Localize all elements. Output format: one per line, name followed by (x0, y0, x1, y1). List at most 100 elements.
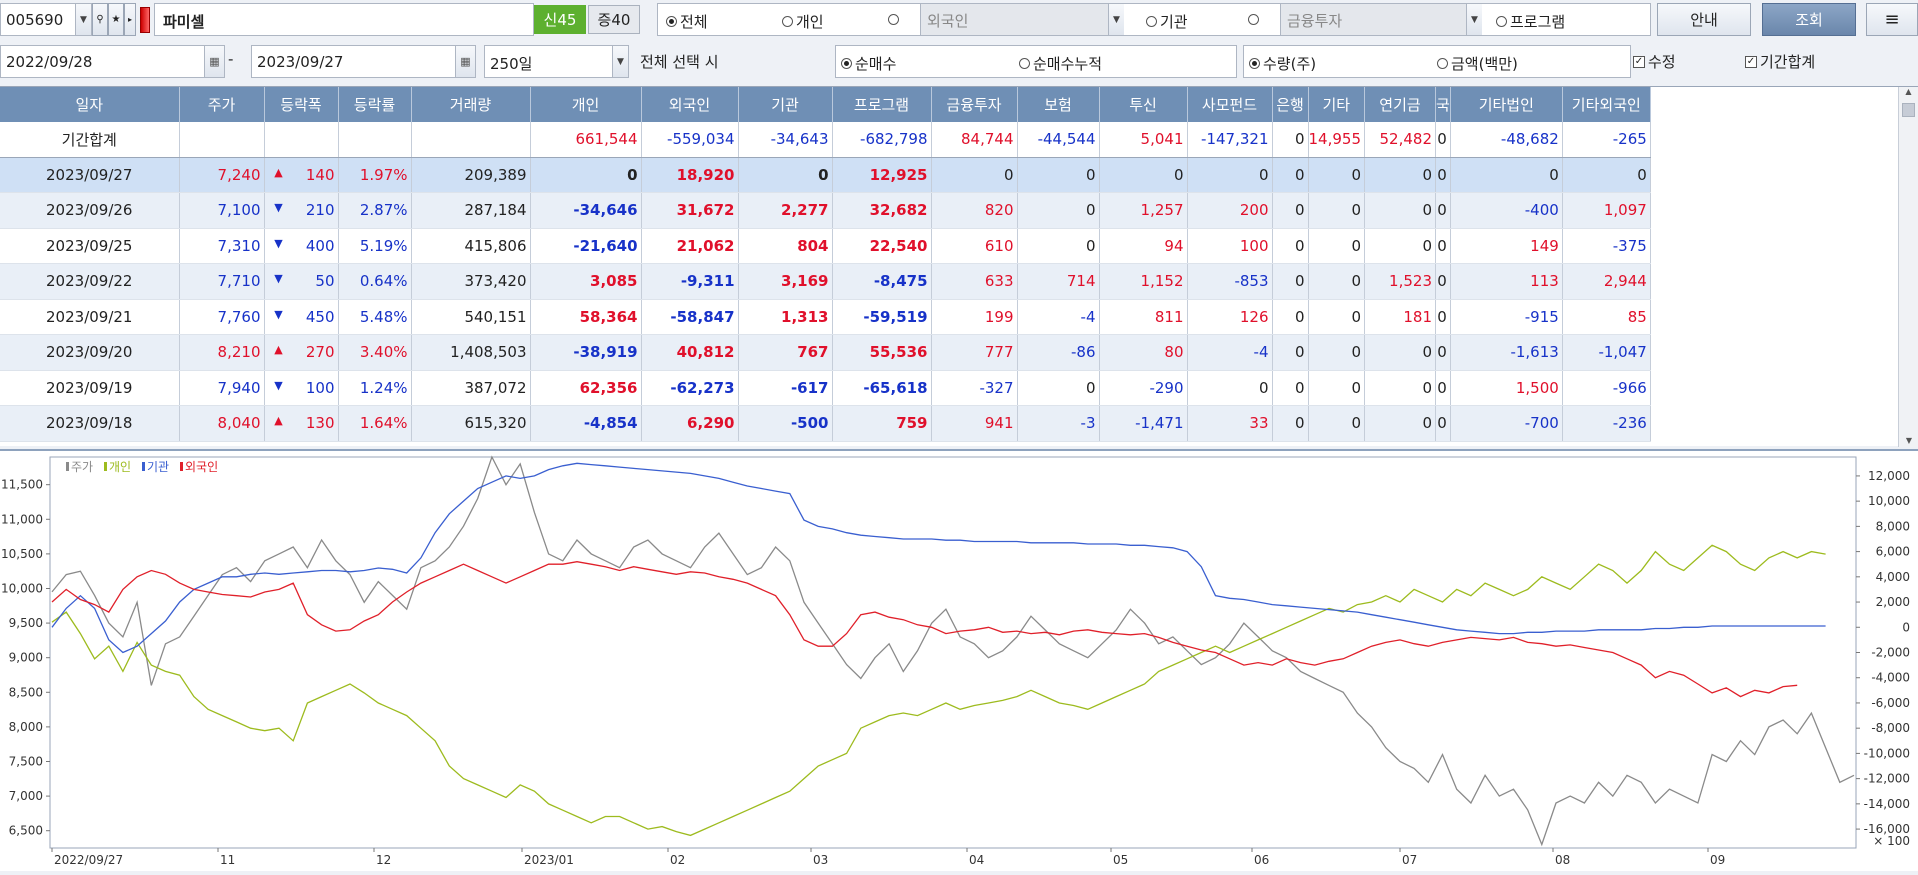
scroll-up-icon[interactable]: ▲ (1899, 87, 1918, 101)
table-row[interactable]: 2023/09/22 7,710 ▼ 50 0.64% 373,420 3,085 -9,31… (0, 263, 1651, 300)
change-cell: ▼ 50 (264, 263, 339, 300)
column-header[interactable]: 등락률 (338, 87, 412, 122)
column-header[interactable]: 은행 (1272, 87, 1309, 122)
column-header[interactable]: 외국인 (641, 87, 739, 122)
column-header[interactable]: 기타외국인 (1562, 87, 1651, 122)
column-header[interactable]: 국 (1435, 87, 1451, 122)
x-tick-label: 03 (813, 853, 828, 867)
summary-cell: 기간합계 (0, 122, 180, 158)
chevron-down-icon[interactable]: ▼ (75, 4, 91, 35)
change-cell: ▼ 210 (264, 192, 339, 229)
flow-cell: 0 (1308, 228, 1365, 264)
y-left-tick-label: 10,500 (1, 547, 43, 561)
column-header[interactable]: 등락폭 (264, 87, 339, 122)
foreign-select[interactable]: 외국인 ▼ (920, 4, 1124, 35)
column-header[interactable]: 일자 (0, 87, 180, 122)
volume-cell: 540,151 (411, 299, 531, 335)
column-header[interactable]: 기타법인 (1450, 87, 1563, 122)
adjust-checkbox[interactable]: ✓ 수정 (1633, 51, 1676, 72)
guide-button[interactable]: 안내 (1657, 3, 1751, 36)
flow-cell: 0 (1308, 263, 1365, 300)
y-left-tick-label: 6,500 (9, 824, 43, 838)
flow-cell: -1,047 (1562, 334, 1651, 371)
flow-cell: 199 (931, 299, 1018, 335)
flow-cell: 12,925 (832, 157, 932, 193)
menu-icon[interactable]: ≡ (1866, 3, 1918, 36)
table-row[interactable]: 2023/09/27 7,240 ▲ 140 1.97% 209,389 0 18,920 0 1… (0, 157, 1651, 193)
flow-cell: 0 (1364, 370, 1436, 406)
flow-cell: 0 (1017, 228, 1100, 264)
column-header[interactable]: 개인 (530, 87, 642, 122)
scroll-down-icon[interactable]: ▼ (1899, 436, 1918, 445)
star-icon[interactable]: ★ (108, 3, 124, 36)
chevron-down-icon[interactable]: ▼ (612, 46, 628, 77)
period-total-checkbox[interactable]: ✓ 기간합계 (1745, 51, 1815, 72)
y-left-tick-label: 11,000 (1, 512, 43, 526)
x-tick-label: 02 (670, 853, 685, 867)
table-row[interactable]: 2023/09/25 7,310 ▼ 400 5.19% 415,806 -21,640 21… (0, 228, 1651, 264)
flow-cell: 2,944 (1562, 263, 1651, 300)
column-header[interactable]: 프로그램 (832, 87, 932, 122)
arrow-right-icon[interactable]: ▸ (124, 3, 136, 36)
radio-quantity[interactable]: 수량(주) (1249, 53, 1316, 74)
column-header[interactable]: 주가 (179, 87, 265, 122)
column-header[interactable]: 투신 (1099, 87, 1188, 122)
y-right-tick-label: 0 (1902, 620, 1910, 634)
x-tick-label: 12 (376, 853, 391, 867)
column-header[interactable]: 금융투자 (931, 87, 1018, 122)
search-button[interactable]: 조회 (1762, 3, 1856, 36)
table-row[interactable]: 2023/09/18 8,040 ▲ 130 1.64% 615,320 -4,854 6,2… (0, 405, 1651, 442)
column-header[interactable]: 기타 (1308, 87, 1365, 122)
flow-cell: 58,364 (530, 299, 642, 335)
fin-invest-select[interactable]: 금융투자 ▼ (1280, 4, 1482, 35)
change-value: 450 (305, 307, 335, 326)
period-select[interactable]: 250일 ▼ (484, 45, 629, 78)
radio-individual[interactable]: 개인 (782, 11, 824, 32)
table-row[interactable]: 2023/09/19 7,940 ▼ 100 1.24% 387,072 62,356 -62… (0, 370, 1651, 406)
flow-cell: 0 (1272, 405, 1309, 442)
radio-foreign[interactable] (888, 11, 902, 29)
grid-scrollbar[interactable]: ▲ ▼ (1898, 87, 1918, 447)
flow-cell: 0 (1272, 263, 1309, 300)
flow-cell: 0 (1272, 370, 1309, 406)
calendar-icon[interactable]: ▦ (455, 46, 475, 77)
y-right-tick-label: -8,000 (1871, 721, 1910, 735)
column-header[interactable]: 거래량 (411, 87, 531, 122)
radio-net-buy-cum[interactable]: 순매수누적 (1019, 53, 1102, 74)
summary-row[interactable]: 기간합계 661,544 -559,034 -34,643 -682,798 84,744… (0, 122, 1651, 158)
flow-cell: 0 (738, 157, 833, 193)
flow-cell: 33 (1187, 405, 1273, 442)
table-row[interactable]: 2023/09/21 7,760 ▼ 450 5.48% 540,151 58,364 -58… (0, 299, 1651, 335)
y-left-tick-label: 8,000 (9, 720, 43, 734)
radio-net-buy[interactable]: 순매수 (841, 53, 896, 74)
flow-cell: 0 (931, 157, 1018, 193)
date-cell: 2023/09/22 (0, 263, 180, 300)
column-header[interactable]: 기관 (738, 87, 833, 122)
radio-program[interactable]: 프로그램 (1496, 11, 1565, 32)
flow-cell: 1,313 (738, 299, 833, 335)
margin-badge: 증40 (588, 5, 640, 34)
table-row[interactable]: 2023/09/26 7,100 ▼ 210 2.87% 287,184 -34,646 31… (0, 192, 1651, 229)
chevron-down-icon[interactable]: ▼ (1466, 4, 1482, 35)
column-header[interactable]: 사모펀드 (1187, 87, 1273, 122)
radio-amount[interactable]: 금액(백만) (1437, 53, 1518, 74)
radio-all[interactable]: 전체 (666, 11, 708, 32)
calendar-icon[interactable]: ▦ (204, 46, 224, 77)
price-cell: 7,760 (179, 299, 265, 335)
flow-cell: -59,519 (832, 299, 932, 335)
scroll-thumb[interactable] (1902, 103, 1915, 117)
column-header[interactable]: 연기금 (1364, 87, 1436, 122)
search-icon[interactable]: ⚲ (92, 3, 108, 36)
legend-label: 개인 (109, 460, 131, 474)
flow-cell: 820 (931, 192, 1018, 229)
stock-code-field[interactable]: 005690 ▼ (0, 3, 92, 36)
table-row[interactable]: 2023/09/20 8,210 ▲ 270 3.40% 1,408,503 -38,919… (0, 334, 1651, 371)
radio-fin-invest[interactable] (1248, 11, 1262, 29)
date-from-field[interactable]: 2022/09/28 ▦ (0, 45, 225, 78)
chevron-down-icon[interactable]: ▼ (1108, 4, 1124, 35)
change-value: 100 (305, 378, 335, 397)
date-to-field[interactable]: 2023/09/27 ▦ (251, 45, 476, 78)
radio-institution[interactable]: 기관 (1146, 11, 1188, 32)
down-triangle-icon: ▼ (274, 236, 283, 250)
column-header[interactable]: 보험 (1017, 87, 1100, 122)
